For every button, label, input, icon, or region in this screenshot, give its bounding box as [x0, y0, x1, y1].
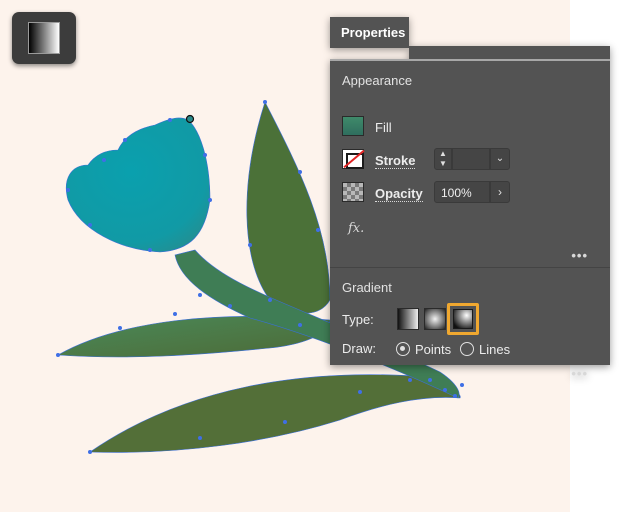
- gradient-draw-label: Draw:: [342, 341, 376, 356]
- tab-properties[interactable]: Properties: [330, 17, 409, 48]
- anchor-point[interactable]: [228, 304, 232, 308]
- anchor-point[interactable]: [358, 390, 362, 394]
- chevron-down-icon[interactable]: ⌄: [490, 148, 510, 170]
- anchor-point[interactable]: [88, 223, 92, 227]
- radio-lines[interactable]: [460, 342, 474, 356]
- anchor-point[interactable]: [66, 188, 70, 192]
- gradient-color-stop[interactable]: [185, 114, 195, 124]
- stroke-weight-stepper[interactable]: ▲ ▼: [434, 148, 452, 170]
- anchor-point[interactable]: [408, 378, 412, 382]
- section-divider: [330, 267, 610, 268]
- stroke-swatch[interactable]: [342, 149, 364, 169]
- fill-label: Fill: [375, 120, 392, 135]
- opacity-label[interactable]: Opacity: [375, 186, 423, 202]
- lower-leaf[interactable]: [89, 374, 461, 453]
- freeform-gradient-button[interactable]: [447, 303, 479, 335]
- opacity-swatch-icon: [342, 182, 364, 202]
- anchor-point[interactable]: [208, 198, 212, 202]
- anchor-point[interactable]: [56, 353, 60, 357]
- anchor-point[interactable]: [148, 248, 152, 252]
- gradient-tool-icon: [28, 22, 60, 54]
- gradient-heading: Gradient: [342, 280, 392, 295]
- tab-strip: [409, 46, 610, 60]
- anchor-point[interactable]: [198, 293, 202, 297]
- anchor-point[interactable]: [118, 326, 122, 330]
- gradient-tool-button[interactable]: [12, 12, 76, 64]
- anchor-point[interactable]: [316, 228, 320, 232]
- stroke-weight-input[interactable]: [452, 148, 490, 170]
- anchor-point[interactable]: [102, 158, 106, 162]
- properties-panel: Properties Appearance Fill Stroke ▲ ▼ ⌄ O…: [330, 17, 610, 381]
- fx-effects-button[interactable]: fx.: [348, 221, 364, 236]
- gradient-type-label: Type:: [342, 312, 374, 327]
- radial-gradient-icon[interactable]: [424, 308, 446, 330]
- appearance-heading: Appearance: [342, 73, 413, 88]
- anchor-point[interactable]: [298, 170, 302, 174]
- radio-lines-label[interactable]: Lines: [479, 342, 510, 357]
- anchor-point[interactable]: [283, 420, 287, 424]
- appearance-more-options-icon[interactable]: •••: [571, 248, 588, 263]
- anchor-point[interactable]: [460, 383, 464, 387]
- gradient-more-options-icon[interactable]: •••: [571, 366, 588, 381]
- stroke-label[interactable]: Stroke: [375, 153, 416, 169]
- chevron-right-icon[interactable]: ›: [490, 181, 510, 203]
- freeform-gradient-icon: [453, 309, 473, 329]
- anchor-point[interactable]: [173, 312, 177, 316]
- radio-points-label[interactable]: Points: [415, 342, 451, 357]
- linear-gradient-icon[interactable]: [397, 308, 419, 330]
- flower-bloom[interactable]: [66, 117, 211, 253]
- anchor-point[interactable]: [443, 388, 447, 392]
- anchor-point[interactable]: [298, 323, 302, 327]
- anchor-point[interactable]: [248, 243, 252, 247]
- anchor-point[interactable]: [168, 118, 172, 122]
- radio-points[interactable]: [396, 342, 410, 356]
- anchor-point[interactable]: [428, 378, 432, 382]
- anchor-point[interactable]: [268, 298, 272, 302]
- anchor-point[interactable]: [203, 153, 207, 157]
- anchor-point[interactable]: [263, 100, 267, 104]
- anchor-point[interactable]: [88, 450, 92, 454]
- panel-body: Appearance Fill Stroke ▲ ▼ ⌄ Opacity 100%…: [330, 61, 610, 381]
- fill-swatch[interactable]: [342, 116, 364, 136]
- anchor-point[interactable]: [198, 436, 202, 440]
- upper-leaf[interactable]: [246, 101, 331, 314]
- anchor-point[interactable]: [453, 394, 457, 398]
- opacity-input[interactable]: 100%: [434, 181, 490, 203]
- anchor-point[interactable]: [123, 138, 127, 142]
